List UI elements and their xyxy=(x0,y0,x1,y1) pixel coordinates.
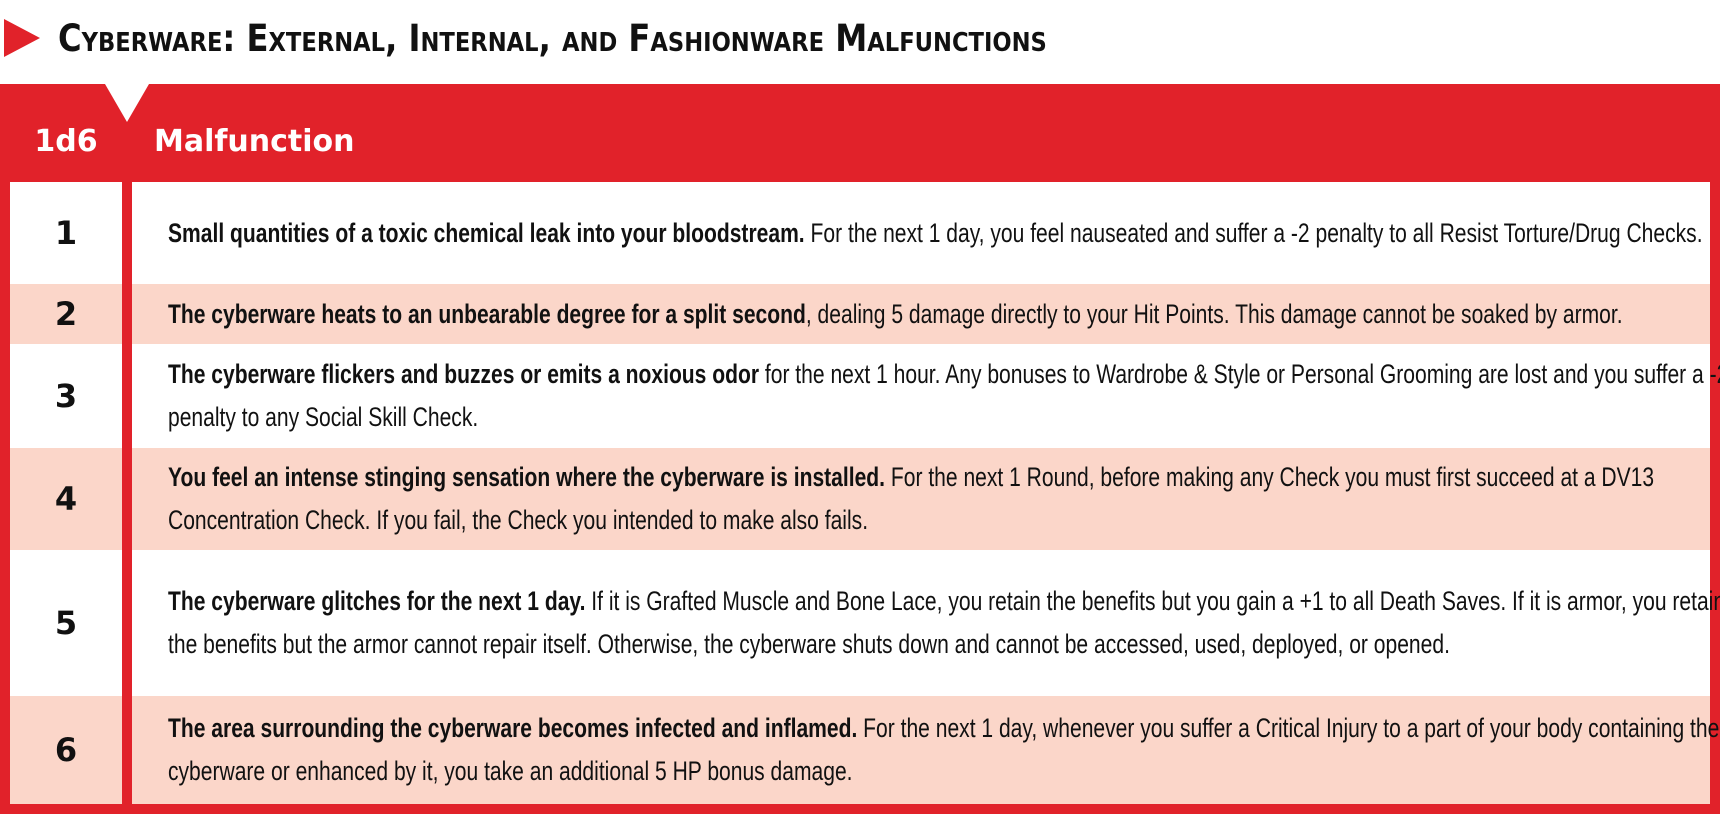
header-die: 1d6 xyxy=(34,124,98,159)
description-bold: Small quantities of a toxic chemical lea… xyxy=(168,217,805,248)
description-body: , dealing 5 damage directly to your Hit … xyxy=(805,298,1623,329)
table-row: 5 The cyberware glitches for the next 1 … xyxy=(10,550,1720,696)
table-row: 2 The cyberware heats to an unbearable d… xyxy=(10,284,1710,344)
description-bold: The cyberware flickers and buzzes or emi… xyxy=(168,359,760,389)
description-text: You feel an intense stinging sensation w… xyxy=(168,456,1720,542)
description-text: The cyberware heats to an unbearable deg… xyxy=(168,293,1720,336)
description-cell: You feel an intense stinging sensation w… xyxy=(132,448,1710,550)
roll-cell: 6 xyxy=(10,696,122,804)
roll-cell: 4 xyxy=(10,448,122,550)
play-arrow-icon xyxy=(4,19,40,57)
description-cell: The cyberware flickers and buzzes or emi… xyxy=(132,344,1720,448)
roll-cell: 5 xyxy=(10,550,122,696)
description-text: The cyberware flickers and buzzes or emi… xyxy=(168,353,1720,439)
description-cell: The cyberware heats to an unbearable deg… xyxy=(132,284,1710,344)
table-row: 3 The cyberware flickers and buzzes or e… xyxy=(10,344,1720,448)
description-body: For the next 1 day, you feel nauseated a… xyxy=(804,217,1703,248)
description-bold: You feel an intense stinging sensation w… xyxy=(168,462,886,492)
table-row: 1 Small quantities of a toxic chemical l… xyxy=(10,182,1710,284)
table-row: 4 You feel an intense stinging sensation… xyxy=(10,448,1710,550)
table-title-bar: Cyberware: External, Internal, and Fashi… xyxy=(0,0,1720,84)
header-malfunction: Malfunction xyxy=(154,124,355,159)
description-bold: The cyberware glitches for the next 1 da… xyxy=(168,586,586,616)
description-cell: The cyberware glitches for the next 1 da… xyxy=(132,550,1720,696)
description-cell: The area surrounding the cyberware becom… xyxy=(132,696,1719,804)
table-title: Cyberware: External, Internal, and Fashi… xyxy=(58,17,1047,60)
table-header-row: 1d6 Malfunction xyxy=(0,84,1720,180)
description-bold: The area surrounding the cyberware becom… xyxy=(168,713,858,743)
description-text: The cyberware glitches for the next 1 da… xyxy=(168,580,1720,666)
roll-cell: 3 xyxy=(10,344,122,448)
roll-cell: 2 xyxy=(10,284,122,344)
roll-cell: 1 xyxy=(10,182,122,284)
description-bold: The cyberware heats to an unbearable deg… xyxy=(168,298,806,329)
header-notch xyxy=(105,84,149,122)
description-text: Small quantities of a toxic chemical lea… xyxy=(168,212,1720,255)
description-cell: Small quantities of a toxic chemical lea… xyxy=(132,182,1710,284)
table-row: 6 The area surrounding the cyberware bec… xyxy=(10,696,1719,804)
description-text: The area surrounding the cyberware becom… xyxy=(168,707,1720,793)
